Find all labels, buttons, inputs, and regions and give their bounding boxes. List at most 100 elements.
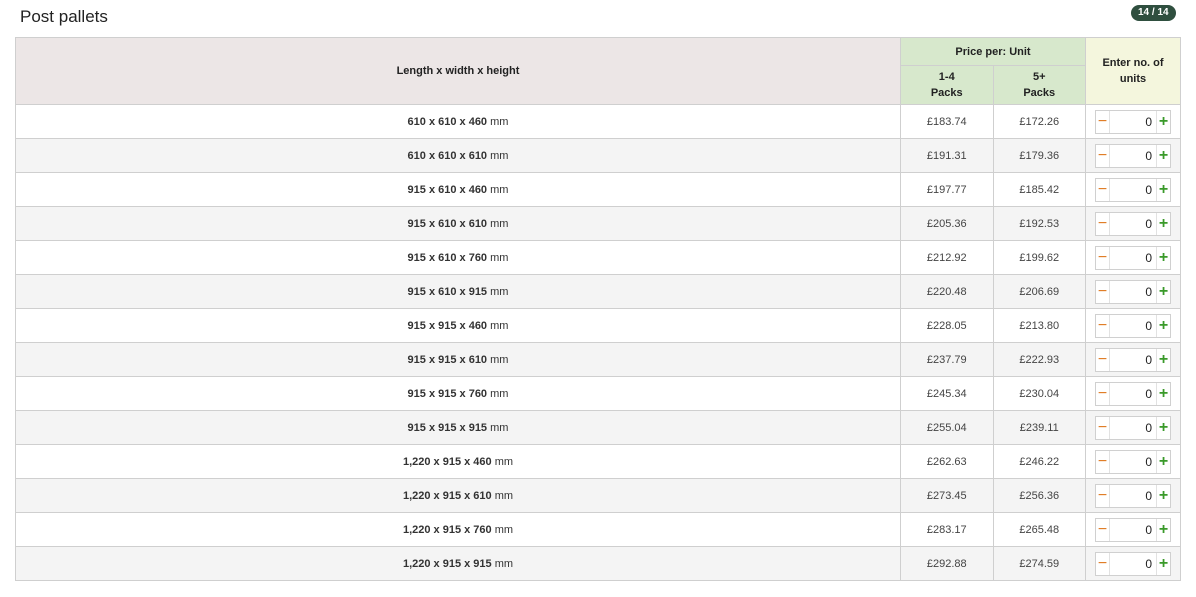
quantity-input[interactable] [1110, 317, 1156, 334]
price-5-plus-packs: £246.22 [992, 444, 1086, 479]
quantity-input[interactable] [1110, 453, 1156, 470]
quantity-input[interactable] [1110, 419, 1156, 436]
plus-icon[interactable]: + [1156, 246, 1170, 269]
minus-icon[interactable]: − [1096, 212, 1110, 235]
minus-icon[interactable]: − [1096, 518, 1110, 541]
price-1-4-packs: £245.34 [900, 376, 994, 411]
table-row: 915 x 915 x 760 mm£245.34£230.04− + [15, 376, 1181, 411]
minus-icon[interactable]: − [1096, 110, 1110, 133]
minus-icon[interactable]: − [1096, 552, 1110, 575]
header-price-per: Price per: Unit [900, 37, 1086, 66]
quantity-input[interactable] [1110, 215, 1156, 232]
price-5-plus-packs: £222.93 [992, 342, 1086, 377]
price-5-plus-packs: £230.04 [992, 376, 1086, 411]
dimensions-unit: mm [494, 489, 514, 502]
dimensions-unit: mm [490, 183, 509, 196]
plus-icon[interactable]: + [1156, 212, 1170, 235]
units-cell: −+ [1085, 342, 1181, 377]
plus-icon[interactable]: + [1156, 450, 1170, 473]
units-cell: −+ [1085, 444, 1181, 479]
header-tier1-line1: 1-4 [938, 71, 955, 83]
table-row: 1,220 x 915 x 610 mm£273.45£256.36−+ [15, 478, 1181, 513]
minus-icon[interactable]: − [1096, 450, 1110, 473]
plus-icon[interactable]: + [1156, 110, 1170, 133]
dimensions-cell: 915 x 915 x 760 mm [15, 376, 901, 411]
dimensions-value: 610 x 610 x 610 [407, 149, 488, 162]
dimensions-cell: 1,220 x 915 x 915 mm [15, 546, 901, 581]
price-5-plus-packs: £192.53 [992, 206, 1086, 241]
units-cell: −+ [1085, 512, 1181, 547]
table-row: 915 x 610 x 915 mm£220.48£206.69−+ [15, 274, 1181, 309]
quantity-input[interactable] [1110, 283, 1156, 300]
dimensions-unit: mm [490, 149, 509, 162]
quantity-input[interactable] [1110, 555, 1156, 572]
minus-icon[interactable]: − [1096, 314, 1110, 337]
dimensions-value: 1,220 x 915 x 760 [402, 523, 492, 536]
minus-icon[interactable]: − [1096, 382, 1110, 405]
dimensions-value: 610 x 610 x 460 [407, 115, 488, 128]
dimensions-unit: mm [490, 285, 509, 298]
dimensions-unit: mm [490, 319, 509, 332]
quantity-input[interactable] [1110, 249, 1156, 266]
dimensions-cell: 915 x 915 x 915 mm [15, 410, 901, 445]
plus-icon[interactable]: + [1156, 144, 1170, 167]
page-title: Post pallets [20, 7, 108, 26]
units-cell: −+ [1085, 410, 1181, 445]
minus-icon[interactable]: − [1096, 178, 1110, 201]
quantity-input[interactable] [1110, 351, 1156, 368]
quantity-stepper: −+ [1095, 551, 1171, 576]
plus-icon[interactable]: + [1156, 280, 1170, 303]
header-tier2-line1: 5+ [1032, 71, 1046, 83]
dimensions-value: 1,220 x 915 x 610 [402, 489, 492, 502]
quantity-input[interactable] [1110, 521, 1156, 538]
plus-icon[interactable]: + [1156, 314, 1170, 337]
units-cell: −+ [1085, 240, 1181, 275]
units-cell: −+ [1085, 104, 1181, 139]
plus-icon[interactable]: + [1156, 178, 1170, 201]
quantity-stepper: −+ [1095, 109, 1171, 134]
quantity-input[interactable] [1110, 385, 1156, 402]
table-row: 915 x 915 x 610 mm£237.79£222.93−+ [15, 342, 1181, 377]
quantity-input[interactable] [1110, 147, 1156, 164]
price-5-plus-packs: £185.42 [992, 172, 1086, 207]
units-cell: −+ [1085, 274, 1181, 309]
price-1-4-packs: £262.63 [900, 444, 994, 479]
plus-icon[interactable]: + [1156, 382, 1170, 405]
header-tier2-line2: Packs [1023, 87, 1056, 99]
dimensions-unit: mm [490, 421, 509, 434]
price-5-plus-packs: £213.80 [992, 308, 1086, 343]
header-tier-5-plus: 5+ Packs [992, 65, 1086, 105]
price-1-4-packs: £228.05 [900, 308, 994, 343]
price-1-4-packs: £197.77 [900, 172, 994, 207]
quantity-input[interactable] [1110, 181, 1156, 198]
price-5-plus-packs: £206.69 [992, 274, 1086, 309]
table-row: 915 x 610 x 760 mm£212.92£199.62−+ [15, 240, 1181, 275]
dimensions-unit: mm [490, 115, 509, 128]
minus-icon[interactable]: − [1096, 144, 1110, 167]
price-1-4-packs: £220.48 [900, 274, 994, 309]
plus-icon[interactable]: + [1156, 552, 1170, 575]
units-cell: −+ [1085, 206, 1181, 241]
dimensions-cell: 915 x 610 x 610 mm [15, 206, 901, 241]
quantity-input[interactable] [1110, 487, 1156, 504]
quantity-stepper: −+ [1095, 143, 1171, 168]
dimensions-value: 915 x 610 x 610 [407, 217, 488, 230]
dimensions-cell: 1,220 x 915 x 610 mm [15, 478, 901, 513]
minus-icon[interactable]: − [1096, 280, 1110, 303]
plus-icon[interactable]: + [1156, 416, 1170, 439]
plus-icon[interactable]: + [1156, 348, 1170, 371]
quantity-input[interactable] [1110, 113, 1156, 130]
minus-icon[interactable]: − [1096, 484, 1110, 507]
table-row: 1,220 x 915 x 760 mm£283.17£265.48−+ [15, 512, 1181, 547]
price-1-4-packs: £273.45 [900, 478, 994, 513]
pallet-price-table: Length x width x height Price per: Unit … [15, 37, 1181, 581]
minus-icon[interactable]: − [1096, 246, 1110, 269]
quantity-stepper: −+ [1095, 313, 1171, 338]
dimensions-cell: 915 x 610 x 760 mm [15, 240, 901, 275]
dimensions-unit: mm [490, 387, 509, 400]
minus-icon[interactable]: − [1096, 416, 1110, 439]
plus-icon[interactable]: + [1156, 484, 1170, 507]
dimensions-value: 915 x 915 x 460 [407, 319, 488, 332]
minus-icon[interactable]: − [1096, 348, 1110, 371]
plus-icon[interactable]: + [1156, 518, 1170, 541]
